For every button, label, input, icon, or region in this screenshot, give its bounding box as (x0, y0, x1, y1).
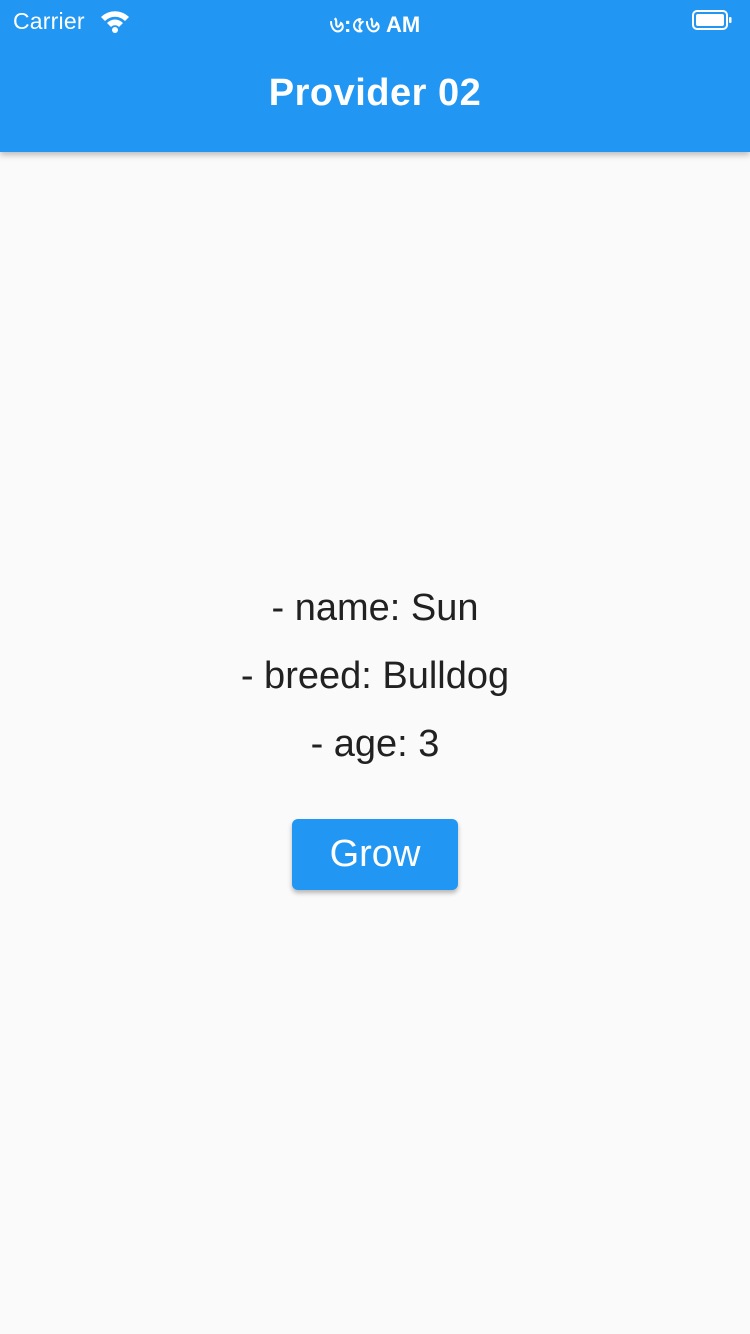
dog-breed-text: - breed: Bulldog (240, 655, 510, 697)
app-bar: Carrier ৬:৫৬ AM Provider 02 (0, 0, 750, 152)
page-title: Provider 02 (268, 72, 482, 114)
grow-button[interactable]: Grow (292, 819, 458, 890)
screen: Carrier ৬:৫৬ AM Provider 02 - name: Sun … (0, 0, 750, 1334)
dog-age-text: - age: 3 (310, 723, 440, 765)
battery-icon (692, 10, 732, 30)
status-time: ৬:৫৬ AM (329, 12, 421, 37)
dog-details: - name: Sun - breed: Bulldog - age: 3 (0, 580, 750, 784)
status-bar: Carrier ৬:৫৬ AM (0, 0, 750, 40)
dog-name-text: - name: Sun (271, 587, 479, 629)
